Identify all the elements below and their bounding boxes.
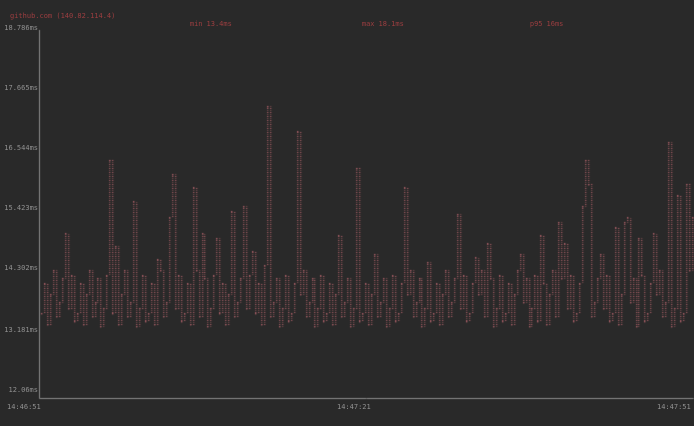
stat-p95-value: 16ms: [547, 20, 564, 28]
y-axis-tick-1: 17.665ms: [2, 84, 38, 92]
x-axis-tick-end: 14:47:51: [657, 403, 691, 411]
y-axis-tick-0: 18.786ms: [2, 24, 38, 32]
y-axis-tick-4: 14.302ms: [2, 264, 38, 272]
y-axis-tick-5: 13.181ms: [2, 326, 38, 334]
ping-target-label: github.com (140.82.114.4): [10, 12, 115, 20]
y-axis-tick-2: 16.544ms: [2, 144, 38, 152]
stat-min-label: min: [190, 20, 203, 28]
y-axis-tick-6: 12.06ms: [2, 386, 38, 394]
stat-min: min 13.4ms: [173, 12, 232, 36]
stat-max: max 18.1ms: [345, 12, 404, 36]
stat-max-label: max: [362, 20, 375, 28]
x-axis-tick-start: 14:46:51: [7, 403, 41, 411]
stat-min-value: 13.4ms: [207, 20, 232, 28]
stat-p95-label: p95: [530, 20, 543, 28]
stat-p95: p95 16ms: [513, 12, 563, 36]
x-axis-tick-mid: 14:47:21: [337, 403, 371, 411]
stat-max-value: 18.1ms: [379, 20, 404, 28]
latency-plot-canvas: [0, 0, 694, 426]
gping-terminal-window: github.com (140.82.114.4) min 13.4ms max 1…: [0, 0, 694, 426]
y-axis-tick-3: 15.423ms: [2, 204, 38, 212]
